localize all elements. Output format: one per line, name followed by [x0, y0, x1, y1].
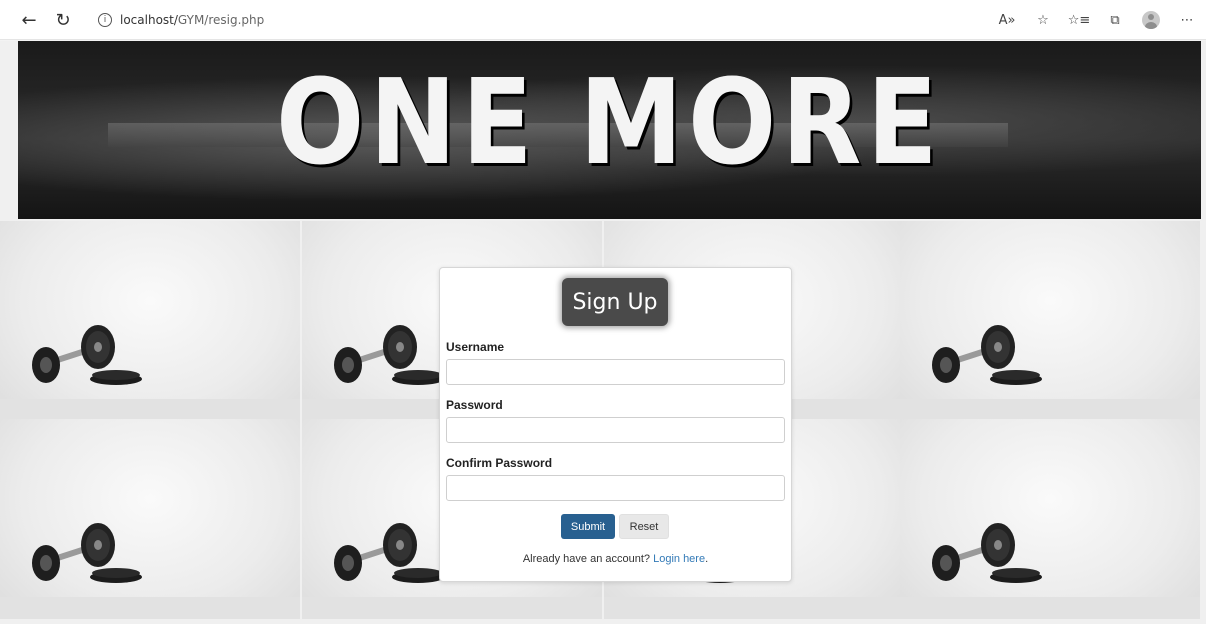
profile-avatar[interactable] [1140, 9, 1162, 31]
username-input[interactable] [446, 359, 785, 385]
tile-floor [0, 399, 300, 421]
more-menu-icon[interactable]: ⋯ [1176, 9, 1198, 31]
tile-floor [0, 597, 300, 619]
browser-tools: A» ☆ ☆≡ ⧉ ⋯ [996, 9, 1198, 31]
tile-floor [302, 597, 602, 619]
confirm-password-label: Confirm Password [446, 456, 553, 470]
page-body: ONE MORE Sign Up Username Password Confi… [0, 41, 1206, 624]
hero-title: ONE MORE [275, 53, 944, 191]
background-tile [0, 419, 300, 619]
url-text[interactable]: localhost/GYM/resig.php [120, 13, 264, 27]
login-prompt-period: . [705, 553, 709, 565]
reset-button[interactable]: Reset [619, 514, 669, 539]
url-host: localhost/ [120, 13, 178, 27]
background-tile [900, 419, 1200, 619]
site-info-icon[interactable]: i [98, 13, 112, 27]
read-aloud-icon[interactable]: A» [996, 9, 1018, 31]
avatar-icon [1142, 11, 1160, 29]
favorites-list-icon[interactable]: ☆≡ [1068, 9, 1091, 31]
dumbbell-image [334, 523, 444, 583]
dumbbell-image [32, 325, 142, 385]
collections-icon[interactable]: ⧉ [1104, 9, 1126, 31]
submit-button[interactable]: Submit [561, 514, 615, 539]
dumbbell-image [334, 325, 444, 385]
signup-heading: Sign Up [562, 278, 668, 326]
dumbbell-image [932, 325, 1042, 385]
login-prompt: Already have an account? Login here. [440, 553, 791, 565]
signup-card: Sign Up Username Password Confirm Passwo… [439, 267, 792, 582]
tile-floor [900, 399, 1200, 421]
login-prompt-text: Already have an account? [522, 553, 651, 565]
add-favorite-icon[interactable]: ☆ [1032, 9, 1054, 31]
background-tile [900, 221, 1200, 421]
dumbbell-image [932, 523, 1042, 583]
confirm-password-input[interactable] [446, 475, 785, 501]
password-label: Password [446, 398, 503, 412]
address-bar[interactable]: i localhost/GYM/resig.php [90, 6, 970, 34]
username-label: Username [446, 340, 505, 354]
browser-toolbar: ← ↻ i localhost/GYM/resig.php A» ☆ ☆≡ ⧉ … [0, 0, 1206, 40]
login-link[interactable]: Login here [653, 553, 705, 565]
back-arrow-icon[interactable]: ← [18, 9, 40, 31]
hero-banner: ONE MORE [18, 41, 1201, 219]
url-path: GYM/resig.php [177, 13, 265, 27]
tile-floor [604, 597, 904, 619]
dumbbell-image [32, 523, 142, 583]
tile-floor [900, 597, 1200, 619]
reload-icon[interactable]: ↻ [52, 9, 74, 31]
password-input[interactable] [446, 417, 785, 443]
background-tile [0, 221, 300, 421]
